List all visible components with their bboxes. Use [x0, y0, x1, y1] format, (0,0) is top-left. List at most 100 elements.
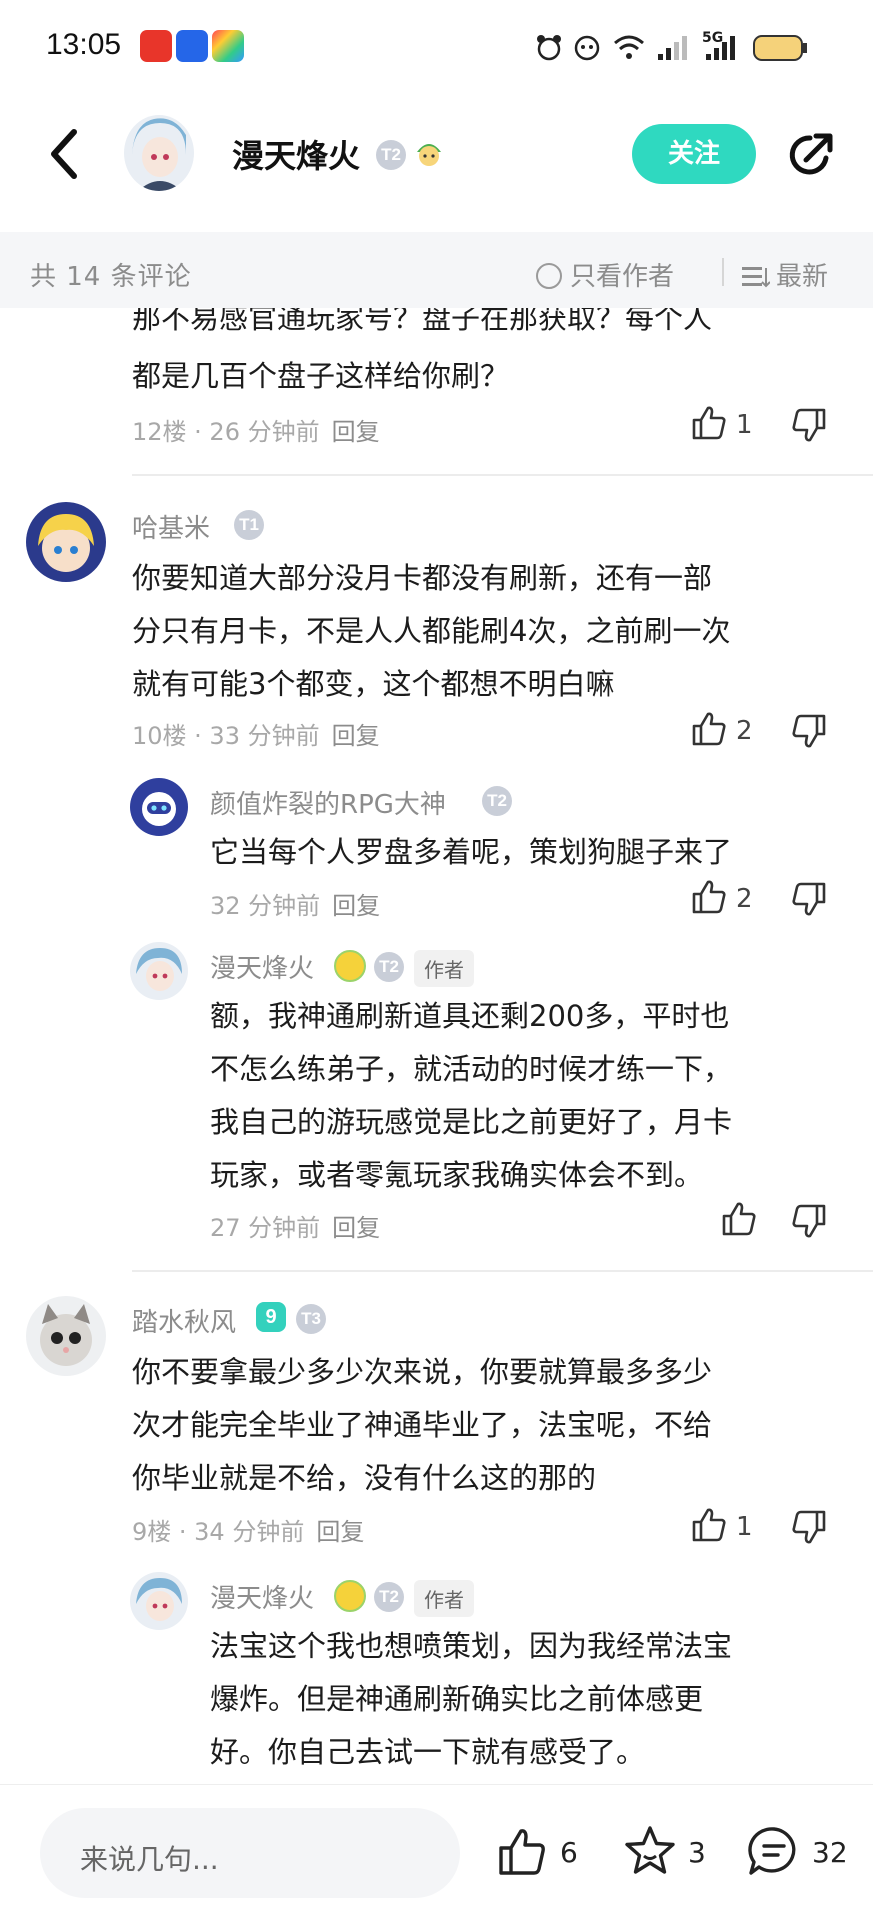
reply-button[interactable]: 回复 — [316, 1518, 364, 1546]
comment-meta: 12楼 · 26 分钟前 回复 — [132, 412, 380, 447]
signal-1-icon — [658, 36, 687, 60]
star-icon[interactable] — [622, 1824, 678, 1878]
like-icon[interactable] — [496, 1826, 548, 1878]
like-count: 2 — [736, 716, 753, 746]
status-bar: 13:05 5G — [0, 0, 873, 100]
comment-bubble-icon[interactable] — [746, 1824, 802, 1878]
sort-icon — [742, 267, 771, 288]
user-avatar[interactable] — [26, 502, 106, 582]
like-icon[interactable] — [690, 878, 728, 916]
filter-divider — [722, 258, 724, 286]
comment-text-line: 你不要拿最少多少次来说，你要就算最多多少 — [132, 1355, 713, 1389]
like-total: 6 — [560, 1836, 578, 1869]
face-icon — [574, 35, 600, 61]
comment-username[interactable]: 哈基米 — [132, 508, 210, 545]
comment-divider — [132, 1270, 873, 1272]
battery-icon — [753, 35, 807, 61]
reply-button[interactable]: 回复 — [332, 722, 380, 750]
link-character-icon — [417, 144, 441, 166]
favorite-total: 3 — [688, 1836, 706, 1869]
comment-time: 9楼 · 34 分钟前 — [132, 1518, 305, 1546]
level-badge: T3 — [296, 1304, 326, 1334]
comment-text-line: 你毕业就是不给，没有什么这的那的 — [132, 1461, 597, 1495]
status-time: 13:05 — [46, 28, 122, 61]
reply-button[interactable]: 回复 — [332, 1214, 380, 1242]
like-count: 1 — [736, 1512, 753, 1542]
reply-text-line: 好。你自己去试一下就有感受了。 — [210, 1735, 646, 1769]
comment-username[interactable]: 踏水秋风 — [132, 1302, 236, 1339]
level-badge: T2 — [374, 1582, 404, 1612]
reply-username[interactable]: 颜值炸裂的RPG大神 — [210, 784, 446, 821]
comment-input-placeholder: 来说几句... — [80, 1843, 219, 1876]
level-badge: T2 — [374, 952, 404, 982]
reply-text-line: 法宝这个我也想喷策划，因为我经常法宝 — [210, 1629, 733, 1663]
comment-text-line: 就有可能3个都变，这个都想不明白嘛 — [132, 667, 615, 701]
signal-2-icon — [706, 36, 735, 60]
reply-time: 27 分钟前 — [210, 1214, 321, 1242]
comment-count: 共 14 条评论 — [30, 262, 192, 292]
share-icon[interactable] — [786, 130, 836, 180]
comment-meta: 9楼 · 34 分钟前 回复 — [132, 1512, 364, 1547]
reply-meta: 32 分钟前 回复 — [210, 886, 380, 921]
level-gem-badge: 9 — [256, 1302, 286, 1332]
radio-icon — [536, 263, 562, 289]
dislike-icon[interactable] — [790, 712, 828, 750]
partial-line-clip: 那不易感官通玩家号？盘子在那获取？每个人 — [0, 308, 873, 348]
reply-text-line: 爆炸。但是神通刷新确实比之前体感更 — [210, 1682, 704, 1716]
comment-text-line: 次才能完全毕业了神通毕业了，法宝呢，不给 — [132, 1408, 713, 1442]
reply-username[interactable]: 漫天烽火 — [210, 1578, 314, 1615]
like-icon[interactable] — [690, 710, 728, 748]
like-count: 2 — [736, 884, 753, 914]
link-character-icon — [334, 1580, 366, 1612]
reply-text-line: 额，我神通刷新道具还剩200多，平时也 — [210, 999, 730, 1033]
author-name[interactable]: 漫天烽火 — [232, 131, 360, 177]
reply-button[interactable]: 回复 — [332, 418, 380, 446]
comment-text-line: 都是几百个盘子这样给你刷？ — [132, 359, 510, 393]
reply-username[interactable]: 漫天烽火 — [210, 948, 314, 985]
comment-divider — [132, 474, 873, 476]
level-badge: T2 — [482, 786, 512, 816]
follow-button[interactable]: 关注 — [632, 124, 756, 184]
like-icon[interactable] — [690, 1506, 728, 1544]
reply-avatar[interactable] — [130, 1572, 188, 1630]
photos-app-icon — [212, 30, 244, 62]
user-avatar[interactable] — [26, 1296, 106, 1376]
like-icon[interactable] — [690, 404, 728, 442]
dislike-icon[interactable] — [790, 406, 828, 444]
comment-time: 10楼 · 33 分钟前 — [132, 722, 320, 750]
reply-avatar[interactable] — [130, 778, 188, 836]
sort-label: 最新 — [776, 262, 829, 292]
alipay-app-icon — [176, 30, 208, 62]
author-only-toggle[interactable]: 只看作者 — [536, 256, 674, 293]
like-icon[interactable] — [720, 1200, 758, 1238]
reply-button[interactable]: 回复 — [332, 892, 380, 920]
comment-meta: 10楼 · 33 分钟前 回复 — [132, 716, 380, 751]
sort-toggle[interactable]: 最新 — [742, 256, 828, 293]
comment-text-line: 你要知道大部分没月卡都没有刷新，还有一部 — [132, 561, 713, 595]
author-tag: 作者 — [414, 950, 474, 987]
dislike-icon[interactable] — [790, 1202, 828, 1240]
wifi-icon — [614, 35, 644, 59]
comment-time: 12楼 · 26 分钟前 — [132, 418, 320, 446]
level-badge: T2 — [376, 140, 406, 170]
reply-text-line: 我自己的游玩感觉是比之前更好了，月卡 — [210, 1105, 733, 1139]
taobao-app-icon — [140, 30, 172, 62]
reply-meta: 27 分钟前 回复 — [210, 1208, 380, 1243]
dislike-icon[interactable] — [790, 880, 828, 918]
level-badge: T1 — [234, 510, 264, 540]
reply-text-line: 它当每个人罗盘多着呢，策划狗腿子来了 — [210, 835, 733, 869]
author-only-label: 只看作者 — [570, 262, 675, 292]
like-count: 1 — [736, 410, 753, 440]
author-avatar[interactable] — [124, 115, 194, 191]
reply-text-line: 不怎么练弟子，就活动的时候才练一下， — [210, 1052, 733, 1086]
comment-total: 32 — [812, 1836, 848, 1869]
reply-time: 32 分钟前 — [210, 892, 321, 920]
back-icon[interactable] — [44, 126, 84, 182]
comment-text-partial: 那不易感官通玩家号？盘子在那获取？每个人 — [132, 308, 713, 335]
link-character-icon — [334, 950, 366, 982]
reply-avatar[interactable] — [130, 942, 188, 1000]
comment-text-line: 分只有月卡，不是人人都能刷4次，之前刷一次 — [132, 614, 731, 648]
author-tag: 作者 — [414, 1580, 474, 1617]
bear-icon — [537, 35, 561, 61]
dislike-icon[interactable] — [790, 1508, 828, 1546]
